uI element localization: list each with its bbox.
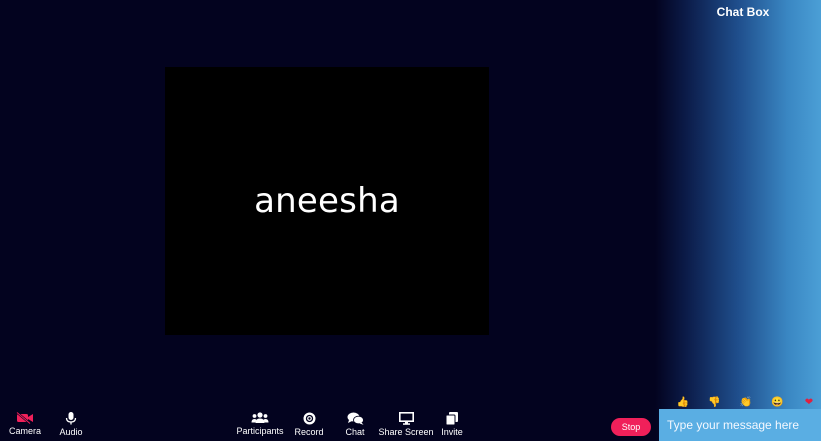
reactions-bar: 👍 👎 👏 😀 ❤ [676, 396, 816, 410]
chat-button[interactable]: Chat [340, 412, 370, 440]
chat-label: Chat [345, 427, 365, 437]
participants-button[interactable]: Participants [235, 412, 285, 440]
chat-message-input[interactable] [659, 409, 821, 441]
participant-name: aneesha [254, 181, 400, 221]
camera-button[interactable]: Camera [8, 412, 42, 440]
share-screen-button[interactable]: Share Screen [378, 412, 434, 440]
chat-icon [347, 412, 364, 425]
camera-label: Camera [8, 426, 41, 436]
audio-button[interactable]: Audio [56, 412, 86, 440]
chat-title: Chat Box [716, 5, 770, 19]
invite-label: Invite [441, 427, 463, 437]
share-screen-label: Share Screen [378, 427, 434, 437]
thumbs-up-icon[interactable]: 👍 [676, 396, 690, 410]
thumbs-down-icon[interactable]: 👎 [708, 396, 722, 410]
participant-video-tile: aneesha [165, 67, 489, 335]
invite-button[interactable]: Invite [439, 412, 465, 440]
record-button[interactable]: Record [293, 412, 325, 440]
monitor-icon [398, 412, 414, 425]
heart-icon[interactable]: ❤ [802, 396, 816, 410]
camera-off-icon [16, 412, 33, 424]
audio-label: Audio [59, 427, 83, 437]
participants-label: Participants [236, 426, 284, 436]
invite-icon [445, 412, 458, 425]
record-icon [303, 412, 315, 425]
chat-panel: Chat Box [655, 0, 821, 441]
participants-icon [251, 412, 269, 423]
microphone-icon [65, 412, 77, 425]
record-label: Record [294, 427, 324, 437]
stop-button[interactable]: Stop [611, 418, 651, 436]
clap-icon[interactable]: 👏 [739, 396, 753, 410]
smile-icon[interactable]: 😀 [771, 396, 785, 410]
